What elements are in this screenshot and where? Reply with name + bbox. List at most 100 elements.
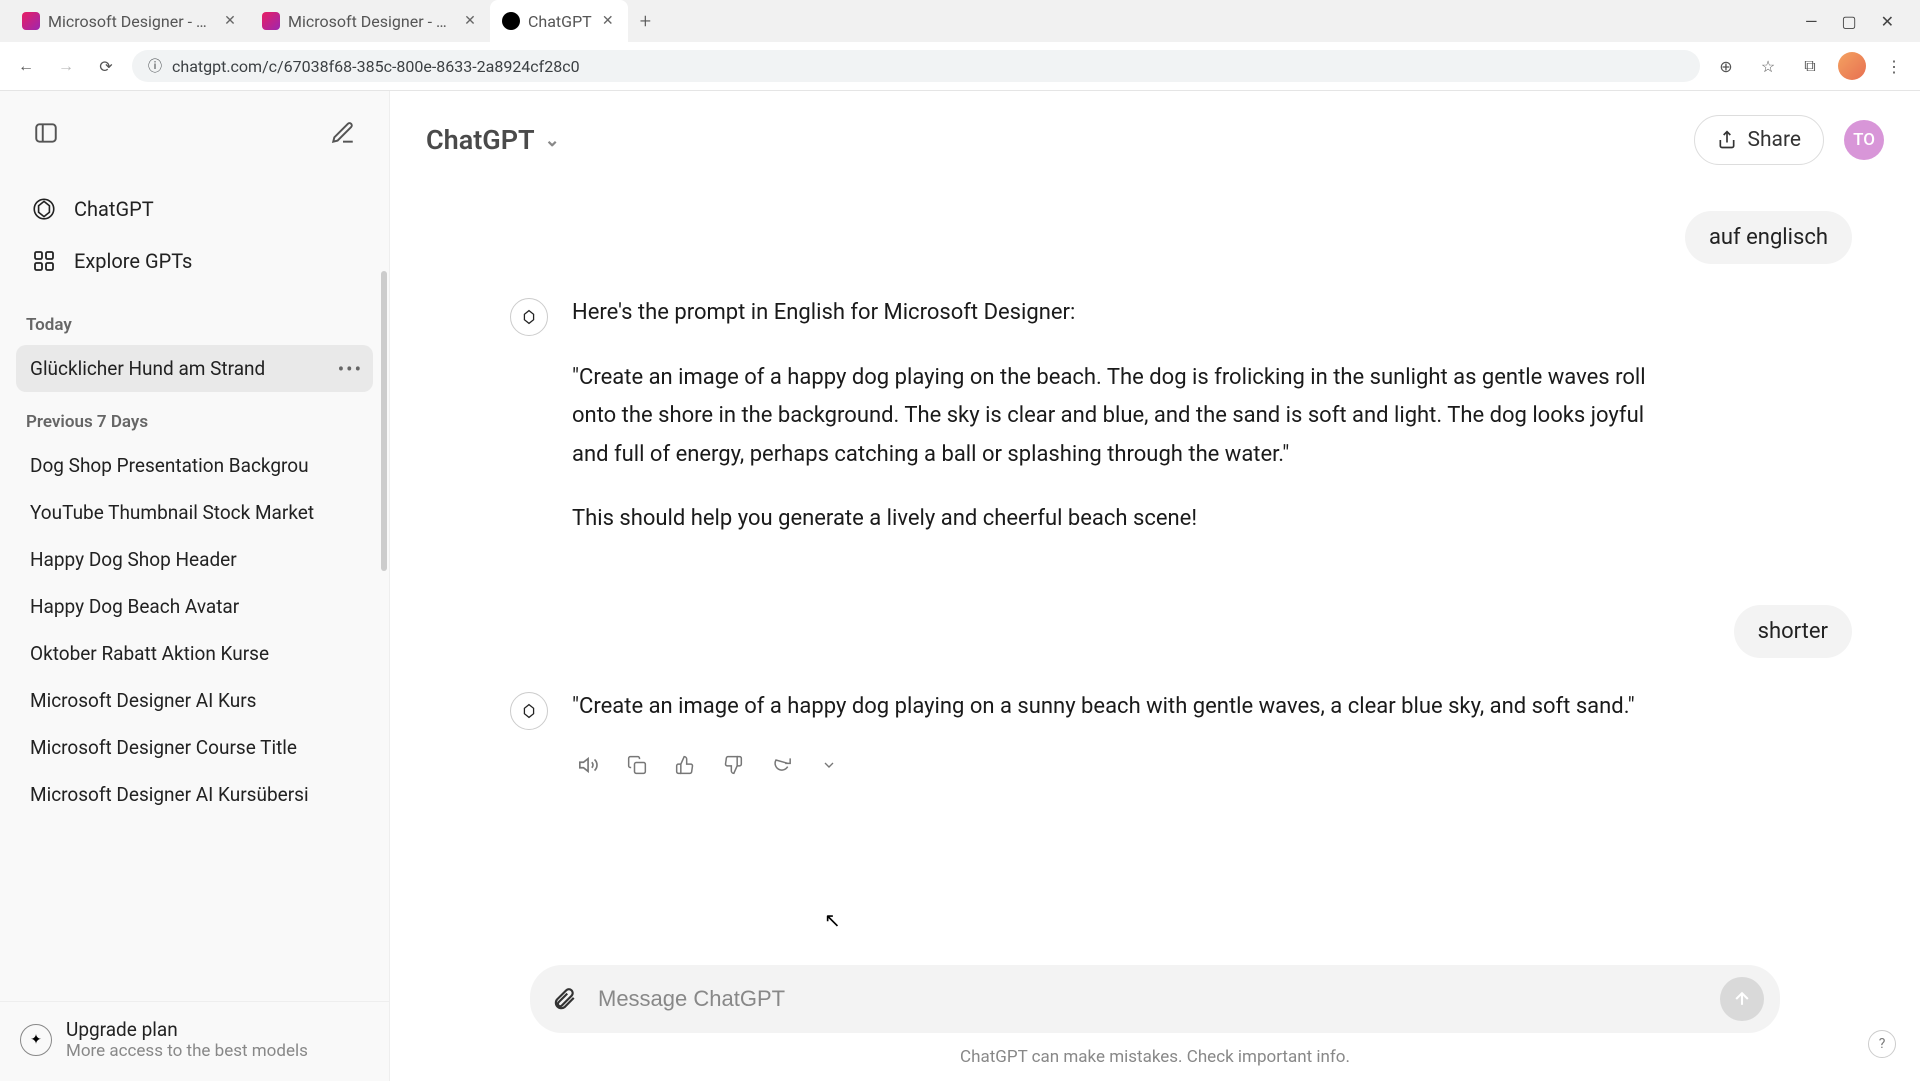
window-controls: — ▢ ✕ <box>1805 12 1910 31</box>
more-icon[interactable]: ••• <box>338 357 363 380</box>
history-item[interactable]: Happy Dog Shop Header <box>16 536 373 583</box>
upgrade-subtitle: More access to the best models <box>66 1041 308 1061</box>
paperclip-icon <box>551 986 577 1012</box>
tab-title: Microsoft Designer - Stunning <box>48 12 214 31</box>
regenerate-button[interactable] <box>768 752 794 778</box>
chevron-down-button[interactable] <box>816 752 842 778</box>
copy-button[interactable] <box>624 752 650 778</box>
chatgpt-icon <box>502 12 520 30</box>
thumbs-down-button[interactable] <box>720 752 746 778</box>
close-window-icon[interactable]: ✕ <box>1881 12 1894 31</box>
nav-label: ChatGPT <box>74 197 154 221</box>
browser-chrome: Microsoft Designer - Stunning ✕ Microsof… <box>0 0 1920 91</box>
designer-icon <box>22 12 40 30</box>
section-prev7: Previous 7 Days <box>16 392 373 442</box>
chevron-down-icon: ⌄ <box>545 130 560 151</box>
url-text: chatgpt.com/c/67038f68-385c-800e-8633-2a… <box>172 57 580 76</box>
url-field[interactable]: ⓘ chatgpt.com/c/67038f68-385c-800e-8633-… <box>132 50 1700 82</box>
new-chat-button[interactable] <box>321 111 365 155</box>
profile-avatar[interactable] <box>1838 52 1866 80</box>
message-paragraph: Here's the prompt in English for Microso… <box>572 294 1672 333</box>
tab-strip: Microsoft Designer - Stunning ✕ Microsof… <box>0 0 1920 42</box>
menu-icon[interactable]: ⋮ <box>1880 52 1908 80</box>
tab-title: Microsoft Designer - Stunning <box>288 12 454 31</box>
share-button[interactable]: Share <box>1694 115 1824 165</box>
sparkle-icon: ✦ <box>20 1024 52 1056</box>
maximize-icon[interactable]: ▢ <box>1841 12 1856 31</box>
history-item[interactable]: Glücklicher Hund am Strand ••• <box>16 345 373 392</box>
designer-icon <box>262 12 280 30</box>
history-item[interactable]: Microsoft Designer AI Kurs <box>16 677 373 724</box>
compose-icon <box>330 120 356 146</box>
message-actions <box>572 752 1635 778</box>
history-item[interactable]: Happy Dog Beach Avatar <box>16 583 373 630</box>
section-today: Today <box>16 295 373 345</box>
model-picker[interactable]: ChatGPT ⌄ <box>426 124 560 156</box>
message-paragraph: "Create an image of a happy dog playing … <box>572 688 1635 727</box>
chatgpt-logo-icon <box>510 692 548 730</box>
message-paragraph: This should help you generate a lively a… <box>572 500 1672 539</box>
history-item[interactable]: Microsoft Designer AI Kursübersi <box>16 771 373 818</box>
browser-tab-0[interactable]: Microsoft Designer - Stunning ✕ <box>10 0 250 42</box>
bookmark-icon[interactable]: ☆ <box>1754 52 1782 80</box>
app: ChatGPT Explore GPTs Today Glücklicher H… <box>0 91 1920 1081</box>
speaker-button[interactable] <box>576 752 602 778</box>
assistant-message: "Create an image of a happy dog playing … <box>572 688 1635 779</box>
message-input[interactable] <box>598 986 1704 1012</box>
history-scroll[interactable]: Today Glücklicher Hund am Strand ••• Pre… <box>0 295 389 1001</box>
help-button[interactable]: ? <box>1868 1030 1896 1058</box>
sidebar-nav-chatgpt[interactable]: ChatGPT <box>16 183 373 235</box>
minimize-icon[interactable]: — <box>1805 12 1818 31</box>
zoom-icon[interactable]: ⊕ <box>1712 52 1740 80</box>
history-title: Glücklicher Hund am Strand <box>30 357 265 380</box>
scrollbar[interactable] <box>381 271 387 571</box>
composer-area <box>390 955 1920 1037</box>
browser-tab-2[interactable]: ChatGPT ✕ <box>490 0 628 42</box>
share-label: Share <box>1747 128 1801 152</box>
assistant-message: Here's the prompt in English for Microso… <box>572 294 1672 565</box>
forward-button[interactable]: → <box>52 52 80 80</box>
history-item[interactable]: Microsoft Designer Course Title <box>16 724 373 771</box>
disclaimer: ChatGPT can make mistakes. Check importa… <box>390 1037 1920 1081</box>
browser-tab-1[interactable]: Microsoft Designer - Stunning ✕ <box>250 0 490 42</box>
user-turn: auf englisch <box>510 211 1860 264</box>
assistant-turn: "Create an image of a happy dog playing … <box>510 688 1860 779</box>
user-avatar[interactable]: TO <box>1844 120 1884 160</box>
upgrade-title: Upgrade plan <box>66 1018 308 1041</box>
reload-button[interactable]: ⟳ <box>92 52 120 80</box>
model-name: ChatGPT <box>426 124 535 156</box>
avatar-initials: TO <box>1853 130 1875 150</box>
close-icon[interactable]: ✕ <box>222 13 238 29</box>
extensions-icon[interactable]: ⧉ <box>1796 52 1824 80</box>
close-icon[interactable]: ✕ <box>600 13 616 29</box>
history-item[interactable]: YouTube Thumbnail Stock Market <box>16 489 373 536</box>
main: ChatGPT ⌄ Share TO auf englisch Here's th… <box>390 91 1920 1081</box>
site-info-icon[interactable]: ⓘ <box>148 56 162 76</box>
chatgpt-logo-icon <box>30 195 58 223</box>
toggle-sidebar-button[interactable] <box>24 111 68 155</box>
sidebar-nav-explore[interactable]: Explore GPTs <box>16 235 373 287</box>
nav-label: Explore GPTs <box>74 249 192 273</box>
send-button[interactable] <box>1720 977 1764 1021</box>
upgrade-plan[interactable]: ✦ Upgrade plan More access to the best m… <box>0 1001 389 1081</box>
grid-icon <box>30 247 58 275</box>
tab-title: ChatGPT <box>528 12 592 31</box>
user-message: shorter <box>1734 605 1852 658</box>
new-tab-button[interactable]: + <box>628 9 663 33</box>
conversation[interactable]: auf englisch Here's the prompt in English… <box>390 189 1920 955</box>
main-header: ChatGPT ⌄ Share TO <box>390 91 1920 189</box>
arrow-up-icon <box>1732 989 1752 1009</box>
user-turn: shorter <box>510 605 1860 658</box>
thumbs-up-button[interactable] <box>672 752 698 778</box>
back-button[interactable]: ← <box>12 52 40 80</box>
message-paragraph: "Create an image of a happy dog playing … <box>572 359 1672 475</box>
attach-button[interactable] <box>546 981 582 1017</box>
history-item[interactable]: Dog Shop Presentation Backgrou <box>16 442 373 489</box>
close-icon[interactable]: ✕ <box>462 13 478 29</box>
history-item[interactable]: Oktober Rabatt Aktion Kurse <box>16 630 373 677</box>
panel-icon <box>33 120 59 146</box>
assistant-turn: Here's the prompt in English for Microso… <box>510 294 1860 565</box>
sidebar: ChatGPT Explore GPTs Today Glücklicher H… <box>0 91 390 1081</box>
composer <box>530 965 1780 1033</box>
chatgpt-logo-icon <box>510 298 548 336</box>
